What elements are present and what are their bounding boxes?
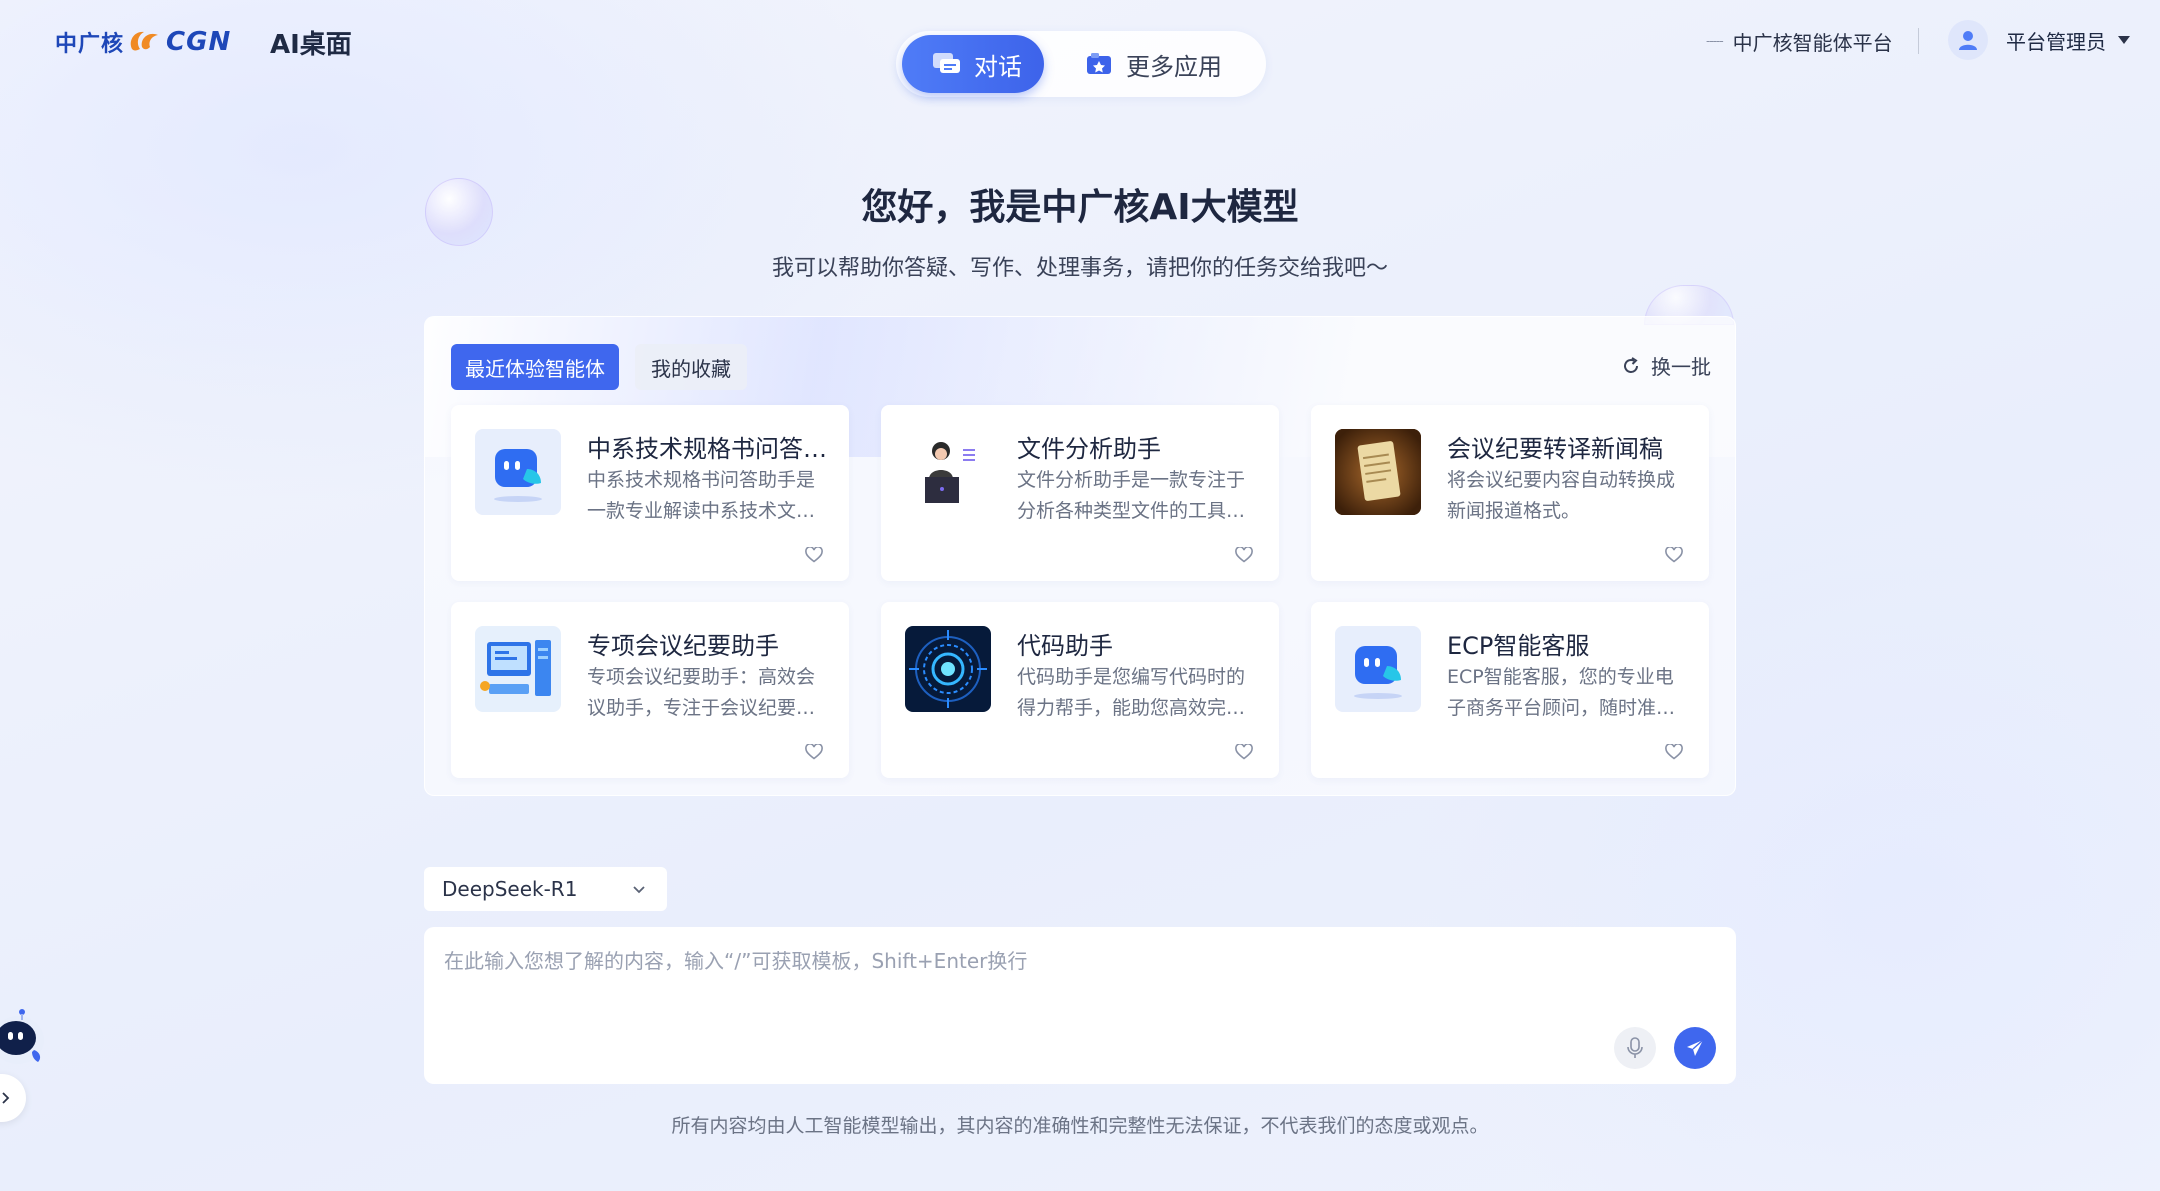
agent-card[interactable]: 会议纪要转译新闻稿 将会议纪要内容自动转换成新闻报道格式。	[1311, 405, 1709, 581]
heart-icon[interactable]	[805, 547, 823, 563]
tab-chat-label: 对话	[974, 52, 1022, 81]
heart-icon[interactable]	[1665, 547, 1683, 563]
agent-card-desc: 文件分析助手是一款专注于分析各种类型文件的工具，帮助用户快速理解	[1017, 469, 1246, 522]
logo-text-cn: 中广核	[55, 32, 125, 57]
robot-chat-icon	[1335, 626, 1421, 712]
tab-favorites[interactable]: 我的收藏	[635, 344, 747, 390]
header-divider	[1918, 28, 1919, 54]
person-laptop-icon	[905, 429, 991, 515]
agent-card-title: 代码助手	[1017, 632, 1113, 660]
agent-card-desc: 将会议纪要内容自动转换成新闻报道格式。	[1447, 469, 1676, 522]
robot-chat-icon	[475, 429, 561, 515]
caret-down-icon	[2118, 36, 2130, 44]
agent-card-desc: 中系技术规格书问答助手是一款专业解读中系技术文档的智能助手	[587, 469, 816, 522]
agent-card-title: 专项会议纪要助手	[587, 632, 779, 660]
agent-card-desc: 专项会议纪要助手：高效会议助手，专注于会议纪要整理	[587, 666, 816, 719]
tab-recent-agents[interactable]: 最近体验智能体	[451, 344, 619, 390]
ai-disclaimer: 所有内容均由人工智能模型输出，其内容的准确性和完整性无法保证，不代表我们的态度或…	[671, 1115, 1489, 1137]
refresh-button[interactable]: 换一批	[1621, 351, 1711, 380]
computer-workstation-icon	[475, 626, 561, 712]
message-input[interactable]	[444, 945, 1604, 1035]
avatar	[1948, 20, 1988, 60]
cgn-logo: 中广核 CGN	[55, 26, 231, 58]
agent-card[interactable]: 专项会议纪要助手 专项会议纪要助手：高效会议助手，专注于会议纪要整理	[451, 602, 849, 778]
page-title: 您好，我是中广核AI大模型	[861, 187, 1299, 228]
agent-card-desc: 代码助手是您编写代码时的得力帮手，能助您高效完成开发	[1017, 666, 1246, 719]
user-name: 平台管理员	[2006, 29, 2106, 54]
tab-more-apps-label: 更多应用	[1126, 52, 1222, 81]
cgn-swirl-icon	[130, 31, 159, 51]
model-select-value: DeepSeek-R1	[442, 877, 578, 901]
agent-platform-label: 中广核智能体平台	[1732, 30, 1893, 55]
dash-icon: -----	[1706, 34, 1724, 48]
agent-card-title: ECP智能客服	[1447, 632, 1590, 660]
agent-card[interactable]: 中系技术规格书问答助手 中系技术规格书问答助手是一款专业解读中系技术文档的智能助…	[451, 405, 849, 581]
apps-icon	[1087, 53, 1111, 74]
document-scroll-icon	[1335, 429, 1421, 515]
heart-icon[interactable]	[805, 744, 823, 760]
message-composer	[424, 927, 1736, 1084]
logo-text-en: CGN	[166, 27, 232, 57]
chat-icon	[933, 53, 960, 73]
agent-card[interactable]: 文件分析助手 文件分析助手是一款专注于分析各种类型文件的工具，帮助用户快速理解	[881, 405, 1279, 581]
send-button[interactable]	[1674, 1027, 1716, 1069]
microphone-icon	[1627, 1037, 1643, 1058]
tech-circle-icon	[905, 626, 991, 712]
mode-switch: 对话 更多应用	[896, 31, 1266, 97]
send-icon	[1687, 1039, 1704, 1056]
user-menu[interactable]: 平台管理员	[1948, 20, 2130, 60]
heart-icon[interactable]	[1665, 744, 1683, 760]
model-select[interactable]: DeepSeek-R1	[424, 867, 667, 911]
voice-input-button[interactable]	[1614, 1027, 1656, 1069]
page-subtitle: 我可以帮助你答疑、写作、处理事务，请把你的任务交给我吧～	[771, 256, 1388, 281]
tab-more-apps[interactable]: 更多应用	[1086, 35, 1256, 93]
agent-card-title: 文件分析助手	[1017, 435, 1161, 463]
refresh-label: 换一批	[1651, 355, 1711, 379]
heart-icon[interactable]	[1235, 547, 1253, 563]
agent-card[interactable]: ECP智能客服 ECP智能客服，您的专业电子商务平台顾问，随时准备为您服务	[1311, 602, 1709, 778]
heart-icon[interactable]	[1235, 744, 1253, 760]
agent-card-title: 中系技术规格书问答助手	[587, 435, 827, 463]
user-icon	[1959, 31, 1977, 50]
chevron-right-icon	[2, 1092, 10, 1104]
tab-chat[interactable]: 对话	[902, 35, 1044, 93]
agent-card-desc: ECP智能客服，您的专业电子商务平台顾问，随时准备为您服务	[1447, 666, 1676, 719]
chevron-down-icon	[633, 886, 645, 894]
refresh-icon	[1624, 356, 1638, 373]
agent-card[interactable]: 代码助手 代码助手是您编写代码时的得力帮手，能助您高效完成开发	[881, 602, 1279, 778]
agent-panel: 最近体验智能体 我的收藏 换一批 中系技术规格书问答助手 中系技术规格书问答助手…	[424, 316, 1736, 796]
agent-platform-link[interactable]: ----- 中广核智能体平台	[1706, 26, 1893, 56]
top-header: 中广核 CGN AI桌面 对话 更多应用 ----- 中广核智能体平台 平台管理…	[0, 0, 2160, 97]
floating-assistant-icon[interactable]	[0, 1000, 50, 1070]
agent-card-title: 会议纪要转译新闻稿	[1447, 435, 1663, 463]
app-title: AI桌面	[270, 30, 352, 60]
